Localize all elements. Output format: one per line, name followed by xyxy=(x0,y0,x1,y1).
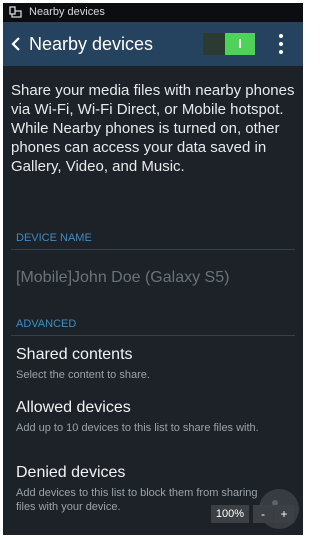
divider xyxy=(11,249,295,250)
description-text: Share your media files with nearby phone… xyxy=(11,82,295,175)
item-title: Shared contents xyxy=(16,346,133,363)
status-bar-text: Nearby devices xyxy=(29,6,105,18)
phone-screen: Nearby devices Nearby devices I Share yo… xyxy=(3,3,303,535)
back-button[interactable] xyxy=(7,30,31,58)
zoom-in-button[interactable]: + xyxy=(274,505,294,523)
item-subtitle: Add up to 10 devices to this list to sha… xyxy=(16,422,259,434)
toggle-knob: I xyxy=(225,33,255,55)
item-title: Denied devices xyxy=(16,464,126,481)
section-header-device-name: DEVICE NAME xyxy=(16,232,92,244)
status-bar: Nearby devices xyxy=(3,3,303,22)
chevron-left-icon xyxy=(11,37,20,51)
nearby-devices-icon xyxy=(9,6,23,19)
device-name-field[interactable]: [Mobile]John Doe (Galaxy S5) xyxy=(16,269,229,287)
shared-contents-item[interactable]: Shared contents Select the content to sh… xyxy=(3,346,303,391)
page-title: Nearby devices xyxy=(29,34,154,54)
zoom-out-button[interactable]: - xyxy=(253,505,273,523)
item-title: Allowed devices xyxy=(16,399,131,416)
more-vertical-icon xyxy=(279,34,283,38)
action-bar: Nearby devices I xyxy=(3,22,303,66)
zoom-level: 100% xyxy=(211,505,249,523)
more-options-button[interactable] xyxy=(269,30,293,58)
divider xyxy=(11,335,295,336)
nearby-devices-toggle[interactable]: I xyxy=(203,33,255,55)
section-header-advanced: ADVANCED xyxy=(16,318,77,330)
allowed-devices-item[interactable]: Allowed devices Add up to 10 devices to … xyxy=(3,399,303,455)
item-subtitle: Select the content to share. xyxy=(16,369,150,381)
